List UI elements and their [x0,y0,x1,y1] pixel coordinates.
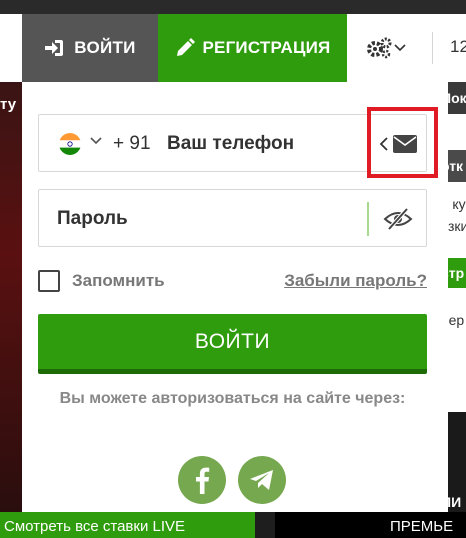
header-login-button[interactable]: ВОЙТИ [22,14,158,82]
background-left-label: ту [0,96,17,113]
background-banner [0,82,22,512]
highlight-box [367,107,438,178]
remember-me[interactable]: Запомнить [38,270,165,292]
phone-input[interactable] [167,131,357,157]
india-flag-icon[interactable] [59,133,81,155]
country-code: + 91 [113,133,151,154]
telegram-icon [250,470,273,490]
header-login-label: ВОЙТИ [74,38,136,57]
header-register-button[interactable]: РЕГИСТРАЦИЯ [158,14,347,82]
forgot-password-link[interactable]: Забыли пароль? [284,271,427,291]
bottom-bar-gap [255,512,275,538]
header-register-label: РЕГИСТРАЦИЯ [202,38,331,57]
country-chevron-down-icon[interactable] [89,134,103,148]
settings-menu[interactable] [366,36,406,60]
facebook-login-button[interactable] [178,456,226,504]
login-submit-button[interactable]: ВОЙТИ [38,314,427,374]
chevron-down-icon [394,44,406,52]
password-input[interactable] [57,206,347,232]
top-strip [0,0,466,14]
gears-icon [367,37,392,59]
social-login-text: Вы можете авторизоваться на сайте через: [59,390,406,407]
live-bets-link[interactable]: Смотреть все ставки LIVE [0,512,255,538]
remember-label: Запомнить [72,271,165,290]
premiere-banner[interactable]: ПРЕМЬЕ [275,512,466,538]
remember-checkbox[interactable] [38,270,60,292]
telegram-login-button[interactable] [238,456,286,504]
clock-text: 12 [450,37,466,56]
facebook-icon [196,467,210,494]
sign-in-icon [45,40,64,56]
password-divider [367,202,369,236]
header-divider [432,32,433,64]
pencil-icon [176,38,195,56]
password-field[interactable] [38,189,427,247]
eye-slash-icon[interactable] [383,207,413,231]
